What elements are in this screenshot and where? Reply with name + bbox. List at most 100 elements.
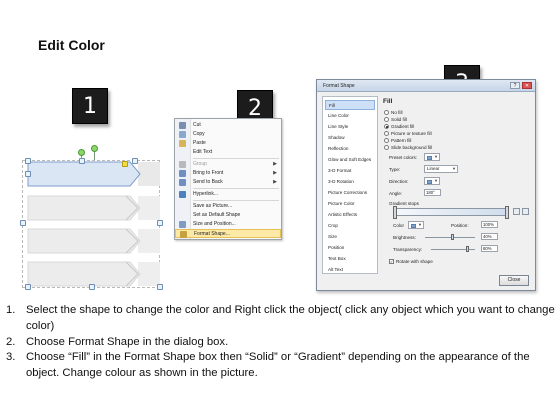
scissors-icon: [179, 122, 186, 129]
nav-item-glow[interactable]: Glow and Soft Edges: [325, 155, 375, 165]
radio-pattern-fill[interactable]: [384, 138, 389, 143]
remove-stop-icon[interactable]: [522, 208, 529, 215]
option-label: Solid fill: [391, 117, 407, 122]
menu-item-save-as-picture[interactable]: Save as Picture...: [175, 202, 281, 211]
step-2-label: 2: [248, 95, 262, 121]
add-stop-icon[interactable]: [513, 208, 520, 215]
preset-colors-label: Preset colors:: [389, 155, 418, 160]
nav-item-position[interactable]: Position: [325, 243, 375, 253]
nav-item-3d-rotation[interactable]: 3-D Rotation: [325, 177, 375, 187]
type-select[interactable]: Linear ▼: [424, 165, 458, 173]
arrow-shape[interactable]: [27, 228, 141, 254]
radio-solid-fill[interactable]: [384, 117, 389, 122]
position-label: Position:: [451, 223, 469, 228]
rotate-with-shape-label: Rotate with shape: [396, 259, 433, 264]
close-icon[interactable]: ✕: [522, 82, 532, 89]
menu-item-bring-to-front[interactable]: Bring to Front ▶: [175, 169, 281, 178]
fill-heading: Fill: [383, 98, 393, 105]
menu-item-send-to-back[interactable]: Send to Back ▶: [175, 178, 281, 187]
arrow-shape[interactable]: [27, 261, 141, 287]
menu-separator: [193, 188, 279, 189]
menu-item-group[interactable]: Group ▶: [175, 160, 281, 169]
arrow-2-tail: [138, 196, 160, 220]
brightness-input[interactable]: 40%: [481, 233, 498, 240]
nav-item-picture-corrections[interactable]: Picture Corrections: [325, 188, 375, 198]
instruction-text: Choose “Fill” in the Format Shape box th…: [26, 351, 530, 380]
chevron-down-icon: ▼: [418, 222, 422, 227]
rotate-with-shape-checkbox[interactable]: ✓: [389, 259, 394, 264]
resize-handle[interactable]: [25, 171, 31, 177]
brightness-slider[interactable]: [425, 237, 475, 238]
nav-item-reflection[interactable]: Reflection: [325, 144, 375, 154]
menu-item-cut[interactable]: Cut: [175, 121, 281, 130]
arrow-shape[interactable]: [27, 195, 141, 221]
slide: Edit Color 1 2 3 Cut Copy Paste: [0, 0, 560, 420]
rotation-handle[interactable]: [91, 145, 98, 152]
help-icon[interactable]: ?: [510, 82, 520, 89]
menu-item-size-position[interactable]: Size and Position...: [175, 220, 281, 229]
resize-handle[interactable]: [89, 284, 95, 290]
page-title: Edit Color: [38, 37, 105, 53]
menu-item-edit-text[interactable]: Edit Text: [175, 148, 281, 157]
menu-item-format-shape[interactable]: Format Shape...: [175, 229, 281, 238]
instruction-number: 1.: [6, 304, 16, 316]
direction-button[interactable]: ▼: [424, 177, 440, 185]
option-label: No fill: [391, 110, 403, 115]
resize-handle[interactable]: [20, 220, 26, 226]
menu-item-label: Set as Default Shape: [193, 212, 241, 218]
nav-item-crop[interactable]: Crop: [325, 221, 375, 231]
nav-item-fill[interactable]: Fill: [325, 100, 375, 110]
resize-handle[interactable]: [25, 158, 31, 164]
angle-label: Angle:: [389, 191, 403, 196]
stop-color-button[interactable]: ▼: [408, 221, 424, 229]
radio-no-fill[interactable]: [384, 110, 389, 115]
gradient-stop-handle[interactable]: [505, 206, 509, 219]
fill-panel: Fill No fill Solid fill Gradient fill Pi…: [381, 96, 531, 274]
nav-item-alt-text[interactable]: Alt Text: [325, 265, 375, 275]
menu-item-label: Format Shape...: [194, 231, 230, 237]
resize-handle[interactable]: [157, 284, 163, 290]
menu-item-label: Cut: [193, 122, 201, 128]
nav-item-picture-color[interactable]: Picture Color: [325, 199, 375, 209]
instruction-item: 3. Choose “Fill” in the Format Shape box …: [6, 350, 558, 382]
menu-item-label: Copy: [193, 131, 205, 137]
gradient-stop-handle[interactable]: [393, 206, 397, 219]
resize-handle[interactable]: [79, 158, 85, 164]
format-shape-dialog: Format Shape ? ✕ Fill Line Color Line St…: [316, 79, 536, 291]
close-button[interactable]: Close: [499, 275, 529, 286]
menu-item-copy[interactable]: Copy: [175, 130, 281, 139]
menu-item-paste[interactable]: Paste: [175, 139, 281, 148]
angle-input[interactable]: 180°: [424, 189, 441, 196]
option-label: Slide background fill: [391, 145, 433, 150]
menu-item-hyperlink[interactable]: Hyperlink...: [175, 190, 281, 199]
nav-item-line-style[interactable]: Line Style: [325, 122, 375, 132]
brightness-slider-knob[interactable]: [451, 234, 454, 240]
adjust-handle[interactable]: [122, 161, 128, 167]
nav-item-artistic-effects[interactable]: Artistic Effects: [325, 210, 375, 220]
nav-item-3d-format[interactable]: 3-D Format: [325, 166, 375, 176]
menu-item-set-default-shape[interactable]: Set as Default Shape: [175, 211, 281, 220]
menu-item-label: Group: [193, 161, 207, 167]
nav-item-size[interactable]: Size: [325, 232, 375, 242]
option-label: Picture or texture fill: [391, 131, 432, 136]
preset-colors-button[interactable]: ▼: [424, 153, 440, 161]
position-input[interactable]: 100%: [481, 221, 498, 228]
resize-handle[interactable]: [132, 158, 138, 164]
radio-picture-fill[interactable]: [384, 131, 389, 136]
nav-item-shadow[interactable]: Shadow: [325, 133, 375, 143]
nav-item-line-color[interactable]: Line Color: [325, 111, 375, 121]
radio-gradient-fill[interactable]: [384, 124, 389, 129]
direction-icon: [427, 179, 432, 184]
transparency-slider-knob[interactable]: [466, 246, 469, 252]
rotation-handle[interactable]: [78, 149, 85, 156]
resize-handle[interactable]: [157, 220, 163, 226]
type-label: Type:: [389, 167, 401, 172]
gradient-stops-bar[interactable]: [393, 206, 509, 219]
size-icon: [179, 221, 186, 228]
nav-item-text-box[interactable]: Text Box: [325, 254, 375, 264]
radio-slide-background-fill[interactable]: [384, 145, 389, 150]
menu-item-label: Size and Position...: [193, 221, 236, 227]
resize-handle[interactable]: [25, 284, 31, 290]
submenu-arrow-icon: ▶: [273, 170, 277, 176]
transparency-input[interactable]: 80%: [481, 245, 498, 252]
